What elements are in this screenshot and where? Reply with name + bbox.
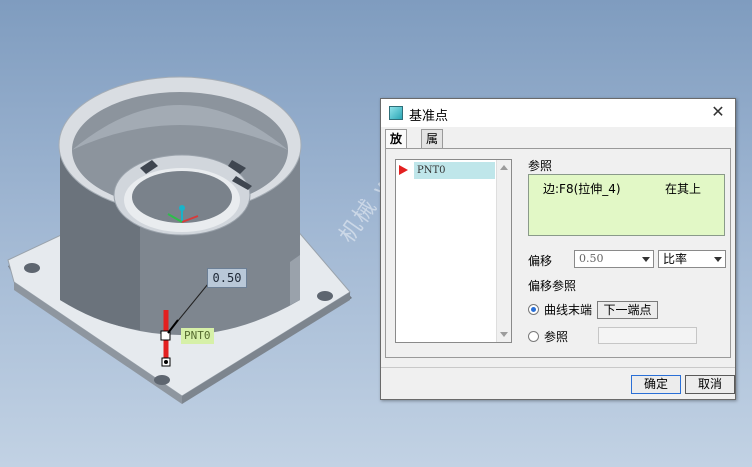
dialog-title: 基准点 — [409, 109, 449, 124]
placement-panel: PNT0 参照 边:F8(拉伸_4) 在其上 偏移 0.50 比率 偏移参照 曲… — [385, 148, 731, 358]
tab-placement[interactable]: 放置 — [385, 129, 408, 165]
cancel-button[interactable]: 取消 — [685, 375, 735, 394]
reference-edge[interactable]: 边:F8(拉伸_4) — [543, 180, 621, 197]
curve-end-radio[interactable] — [528, 304, 539, 315]
offset-type-select[interactable]: 比率 — [658, 250, 726, 268]
tab-properties[interactable]: 属性 — [421, 129, 444, 165]
offset-label: 偏移 — [528, 254, 553, 268]
datum-point-dialog: 基准点 ✕ 放置 属性 PNT0 参照 边:F8(拉伸_4) 在其上 偏移 0.… — [380, 98, 736, 400]
reference-constraint[interactable]: 在其上 — [665, 180, 701, 197]
offset-dimension-tag[interactable]: 0.50 — [207, 268, 247, 288]
chevron-down-icon[interactable] — [711, 251, 725, 267]
list-item[interactable]: PNT0 — [414, 162, 495, 179]
scroll-up-icon[interactable] — [500, 165, 508, 170]
point-label-tag: PNT0 — [181, 328, 214, 344]
offset-reference-label: 偏移参照 — [528, 279, 577, 293]
next-end-button[interactable]: 下一端点 — [597, 301, 658, 319]
reference-radio[interactable] — [528, 331, 539, 342]
reference-option-label[interactable]: 参照 — [544, 328, 568, 345]
reference-label: 参照 — [528, 159, 553, 173]
offset-type-text: 比率 — [663, 252, 688, 266]
reference-input[interactable] — [598, 327, 697, 344]
footer-divider — [381, 367, 735, 368]
offset-value-text: 0.50 — [579, 252, 604, 265]
chevron-down-icon[interactable] — [639, 251, 653, 267]
list-scrollbar[interactable] — [496, 160, 511, 342]
close-button[interactable]: ✕ — [707, 102, 729, 122]
reference-collector[interactable]: 边:F8(拉伸_4) 在其上 — [528, 174, 725, 236]
datum-point-icon — [389, 106, 403, 120]
points-list[interactable]: PNT0 — [395, 159, 512, 343]
current-point-arrow-icon — [399, 165, 408, 175]
ok-button[interactable]: 确定 — [631, 375, 681, 394]
curve-end-label[interactable]: 曲线末端 — [544, 301, 592, 318]
scroll-down-icon[interactable] — [500, 332, 508, 337]
dialog-titlebar[interactable]: 基准点 ✕ — [381, 99, 735, 127]
offset-value-input[interactable]: 0.50 — [574, 250, 654, 268]
